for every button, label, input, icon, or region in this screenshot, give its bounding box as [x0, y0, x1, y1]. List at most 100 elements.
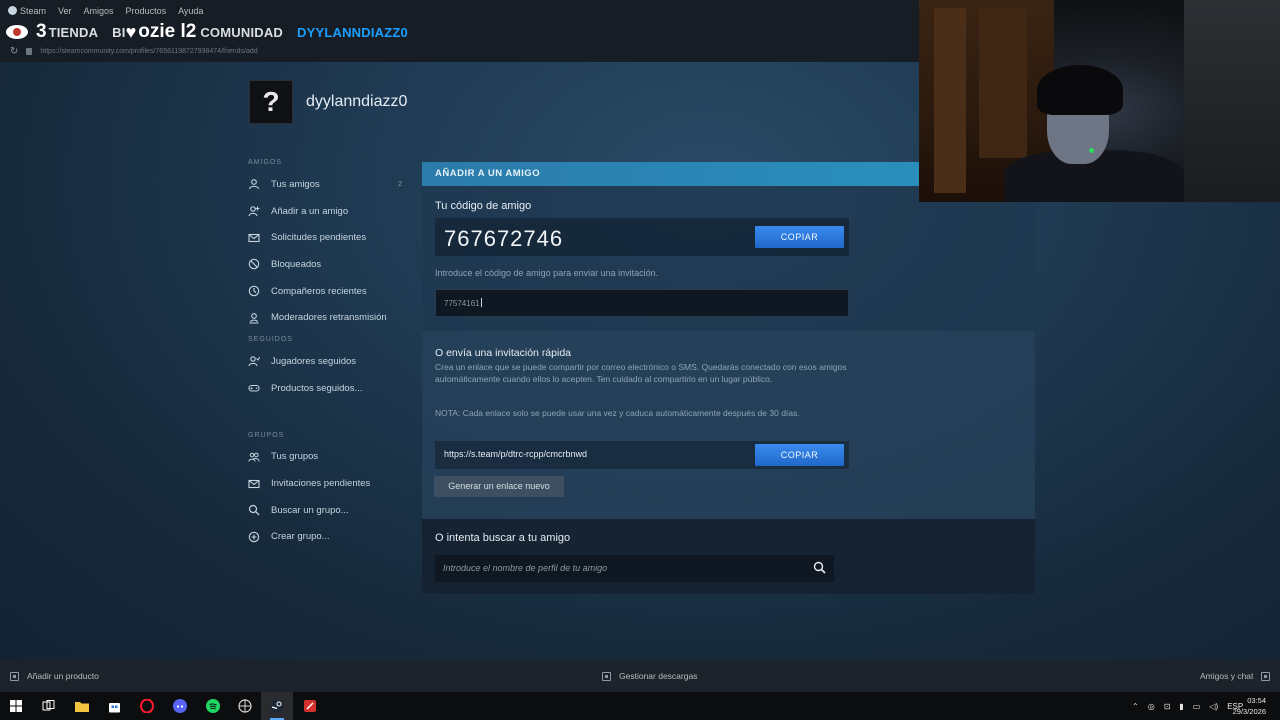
- tray-app-icon[interactable]: ◎: [1148, 702, 1155, 711]
- overlay-username: ozie l2: [138, 21, 197, 42]
- taskbar-app-wheel[interactable]: [229, 692, 261, 720]
- clock-date: 29/3/2026: [1232, 707, 1266, 716]
- viewer-count: 3: [36, 21, 47, 42]
- taskbar-app-red[interactable]: [294, 692, 326, 720]
- search-friend-input[interactable]: Introduce el nombre de perfil de tu amig…: [435, 555, 834, 582]
- menubar: Steam Ver Amigos Productos Ayuda: [8, 6, 203, 16]
- sidebar-item-jugadores-seguidos[interactable]: Jugadores seguidos: [242, 348, 412, 375]
- menu-amigos[interactable]: Amigos: [84, 6, 114, 16]
- friends-chat-label: Amigos y chat: [1200, 671, 1254, 681]
- chat-icon: [1261, 671, 1271, 681]
- sidebar-item-label: Tus grupos: [271, 451, 319, 463]
- taskbar-explorer[interactable]: [66, 692, 98, 720]
- taskbar-store[interactable]: [98, 692, 130, 720]
- invite-link[interactable]: https://s.team/p/dtrc-rcpp/cmcrbnwd: [444, 449, 587, 459]
- steam-status-bar: Añadir un producto Gestionar descargas A…: [0, 660, 1280, 692]
- sidebar-item-label: Moderadores retransmisión: [271, 312, 387, 324]
- friend-code-hint: Introduce el código de amigo para enviar…: [435, 268, 659, 278]
- gamepad-icon: [248, 385, 260, 392]
- sidebar-item-tus-grupos[interactable]: Tus grupos: [242, 444, 412, 471]
- profile-header: ? dyylanndiazz0: [249, 80, 407, 124]
- friend-code-input-value: 77574161: [444, 299, 480, 308]
- sidebar-item-label: Productos seguidos...: [271, 382, 363, 394]
- system-tray: ⌃ ◎ ⊡ ▮ ▭ ◁) ESP: [1132, 692, 1243, 720]
- sidebar-item-invitaciones[interactable]: Invitaciones pendientes: [242, 470, 412, 497]
- sidebar-item-solicitudes[interactable]: Solicitudes pendientes: [242, 224, 412, 251]
- avatar[interactable]: ?: [249, 80, 293, 124]
- task-view-button[interactable]: [32, 692, 64, 720]
- search-placeholder: Introduce el nombre de perfil de tu amig…: [443, 563, 608, 573]
- taskbar-opera[interactable]: [131, 692, 163, 720]
- sidebar-section-seguidos: SEGUIDOS: [248, 336, 293, 344]
- search-icon[interactable]: [813, 561, 826, 574]
- refresh-icon[interactable]: ↻: [10, 46, 18, 57]
- profile-name[interactable]: dyylanndiazz0: [306, 93, 407, 111]
- blocked-icon: [248, 259, 260, 270]
- copy-code-button[interactable]: COPIAR: [755, 226, 844, 248]
- tray-chevron-up-icon[interactable]: ⌃: [1132, 702, 1139, 711]
- sidebar-item-buscar-grupo[interactable]: Buscar un grupo...: [242, 497, 412, 524]
- tray-network-icon[interactable]: ▭: [1193, 702, 1201, 711]
- url-text[interactable]: https://steamcommunity.com/profiles/7656…: [40, 48, 257, 55]
- add-product-label: Añadir un producto: [27, 671, 99, 681]
- search-friend-section: O intenta buscar a tu amigo Introduce el…: [422, 519, 1035, 594]
- windows-taskbar: ⌃ ◎ ⊡ ▮ ▭ ◁) ESP 03:54 29/3/2026: [0, 692, 1280, 720]
- sidebar-item-label: Invitaciones pendientes: [271, 478, 371, 490]
- sidebar-item-label: Tus amigos: [271, 178, 320, 190]
- opera-icon: [140, 699, 154, 713]
- sidebar-item-anadir-amigo[interactable]: Añadir a un amigo: [242, 198, 412, 225]
- friends-sidebar: AMIGOS Tus amigos 2 Añadir a un amigo So…: [242, 154, 412, 550]
- friends-count: 2: [398, 180, 402, 188]
- steam-logo-icon: [8, 6, 17, 15]
- menu-productos[interactable]: Productos: [126, 6, 167, 16]
- sidebar-item-recientes[interactable]: Compañeros recientes: [242, 278, 412, 305]
- taskbar-spotify[interactable]: [197, 692, 229, 720]
- tab-comunidad[interactable]: COMUNIDAD: [200, 25, 283, 40]
- friend-code-input[interactable]: 77574161: [435, 289, 849, 317]
- tab-profile[interactable]: DYYLANNDIAZZ0: [297, 25, 408, 40]
- sidebar-item-tus-amigos[interactable]: Tus amigos 2: [242, 171, 412, 198]
- sidebar-item-label: Bloqueados: [271, 258, 322, 270]
- task-view-icon: [42, 700, 54, 711]
- store-icon: [108, 702, 120, 712]
- panel-header: AÑADIR A UN AMIGO: [422, 162, 919, 186]
- tab-biblioteca[interactable]: BI: [112, 25, 125, 40]
- envelope-icon: [248, 233, 260, 242]
- sidebar-item-crear-grupo[interactable]: Crear grupo...: [242, 524, 412, 551]
- quick-invite-note: NOTA: Cada enlace solo se puede usar una…: [435, 408, 800, 418]
- webcam-person-hair: [1037, 65, 1123, 115]
- url-bar: ↻ https://steamcommunity.com/profiles/76…: [10, 46, 258, 57]
- plus-square-icon: [10, 671, 19, 681]
- sidebar-item-moderadores[interactable]: Moderadores retransmisión: [242, 304, 412, 331]
- downloads-button[interactable]: Gestionar descargas: [602, 671, 697, 681]
- sidebar-section-amigos: AMIGOS: [248, 159, 283, 166]
- taskbar-discord[interactable]: [164, 692, 196, 720]
- friends-chat-button[interactable]: Amigos y chat: [1200, 671, 1271, 681]
- webcam-background-wall: [1184, 0, 1280, 202]
- taskbar-clock[interactable]: 03:54 29/3/2026: [1233, 695, 1266, 717]
- sidebar-item-label: Añadir a un amigo: [271, 205, 349, 217]
- sidebar-item-bloqueados[interactable]: Bloqueados: [242, 251, 412, 278]
- group-icon: [248, 452, 260, 462]
- windows-logo-icon: [10, 700, 22, 712]
- add-product-button[interactable]: Añadir un producto: [10, 671, 99, 681]
- app-red-icon: [304, 700, 316, 712]
- menu-ayuda[interactable]: Ayuda: [178, 6, 203, 16]
- menu-ver[interactable]: Ver: [58, 6, 72, 16]
- quick-invite-description: Crea un enlace que se puede compartir po…: [435, 362, 847, 384]
- tray-volume-icon[interactable]: ◁): [1209, 702, 1218, 711]
- download-icon: [602, 671, 611, 681]
- tray-mic-icon[interactable]: ▮: [1179, 702, 1183, 711]
- generate-link-button[interactable]: Generar un enlace nuevo: [434, 476, 564, 497]
- menu-steam[interactable]: Steam: [8, 6, 46, 16]
- tray-usb-icon[interactable]: ⊡: [1164, 702, 1171, 711]
- copy-link-button[interactable]: COPIAR: [755, 444, 844, 466]
- tab-tienda[interactable]: TIENDA: [49, 25, 99, 40]
- quick-invite-section: O envía una invitación rápida Crea un en…: [422, 331, 1035, 519]
- sidebar-item-productos-seguidos[interactable]: Productos seguidos...: [242, 375, 412, 402]
- taskbar-steam[interactable]: [261, 692, 293, 720]
- main-nav: 3 TIENDA BI ♥ ozie l2 COMUNIDAD DYYLANND…: [6, 21, 422, 42]
- downloads-label: Gestionar descargas: [619, 671, 698, 681]
- person-follow-icon: [248, 356, 260, 367]
- start-button[interactable]: [0, 692, 32, 720]
